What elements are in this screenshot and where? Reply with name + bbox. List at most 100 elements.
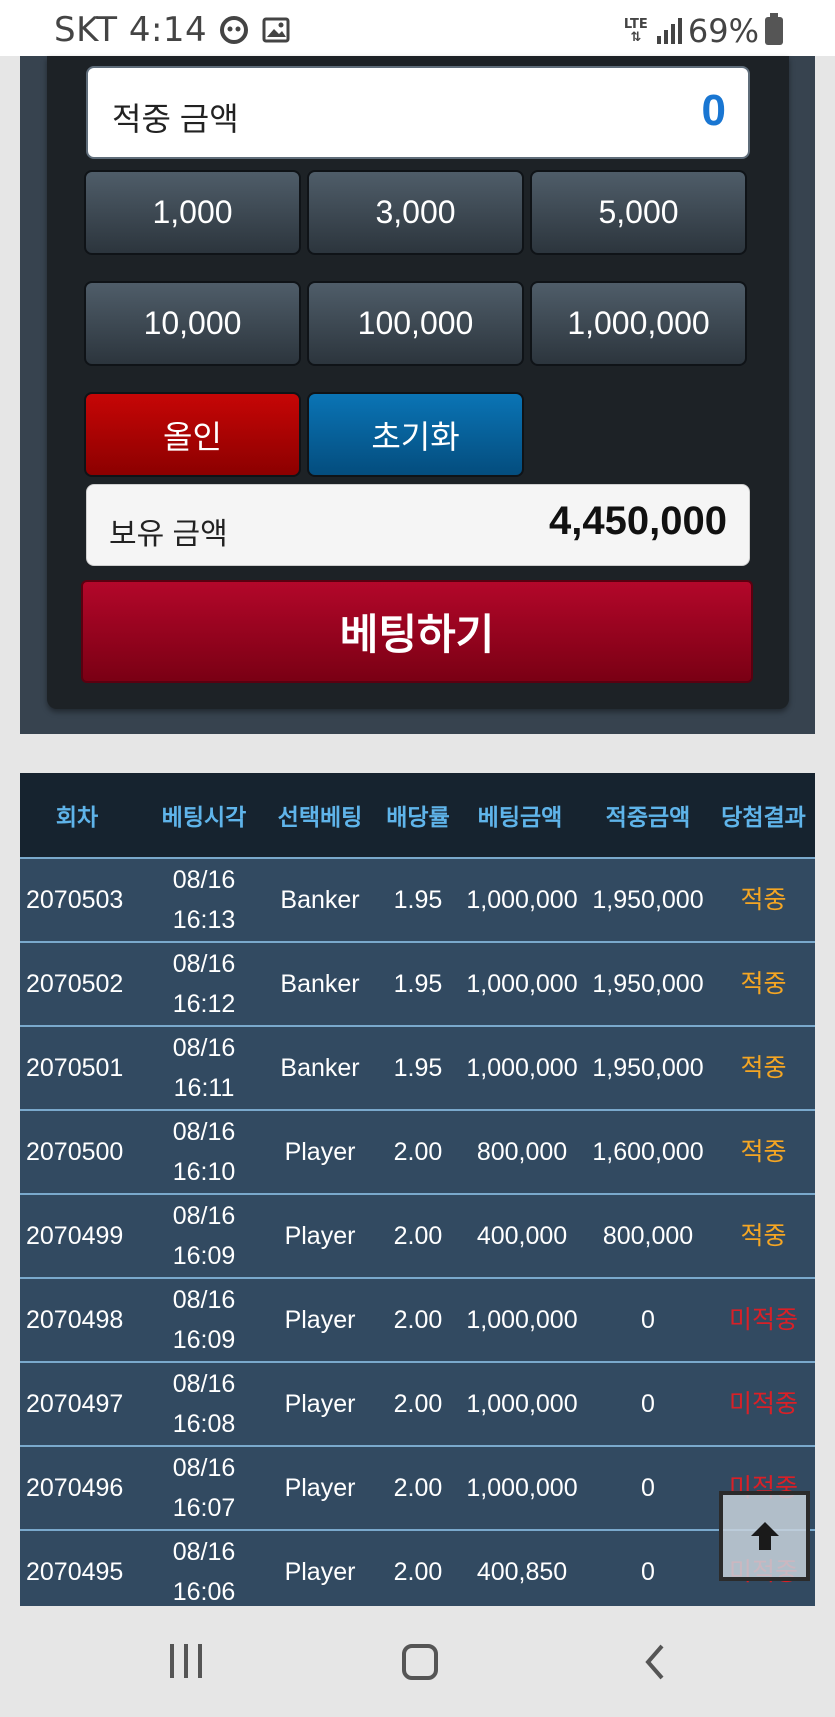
cell-time: 16:06 [172, 1578, 236, 1606]
cell-bet-time: 08/16 16:08 [144, 1363, 264, 1445]
cell-pick: Banker [280, 886, 360, 914]
cell-pick: Banker [280, 970, 360, 998]
cell-bet-amount: 1,000,000 [466, 886, 578, 914]
cell-pick: Player [284, 1390, 356, 1418]
cell-bet-time: 08/16 16:11 [144, 1027, 264, 1109]
arrow-up-icon [750, 1522, 779, 1550]
recent-apps-icon[interactable] [170, 1644, 202, 1678]
cell-date: 08/16 [172, 1538, 236, 1566]
hit-amount-value: 0 [701, 86, 726, 135]
cell-date: 08/16 [172, 866, 236, 894]
cell-date: 08/16 [172, 950, 236, 978]
table-row: 2070502 08/16 16:12 Banker 1.95 1,000,000 1,95… [20, 941, 815, 1025]
cell-time: 16:09 [172, 1242, 236, 1270]
cell-round: 2070495 [26, 1558, 124, 1586]
header-result: 당첨결과 [721, 804, 806, 830]
header-bet-amount: 베팅금액 [477, 804, 563, 830]
holding-amount-box: 보유 금액 4,450,000 [86, 484, 750, 566]
cell-round: 2070498 [26, 1306, 124, 1334]
battery-icon [765, 13, 783, 45]
cell-win-amount: 800,000 [602, 1222, 694, 1250]
cell-result: 미적중 [728, 1306, 798, 1334]
cell-win-amount: 1,950,000 [592, 970, 704, 998]
table-row: 2070498 08/16 16:09 Player 2.00 1,000,000 0 미적중 [20, 1277, 815, 1361]
hit-amount-box: 적중 금액 0 [86, 66, 750, 159]
cell-odds: 2.00 [393, 1474, 443, 1502]
chip-100000-button[interactable]: 100,000 [307, 281, 524, 366]
cell-win-amount: 1,950,000 [592, 886, 704, 914]
cell-bet-amount: 400,850 [476, 1558, 568, 1586]
cell-bet-amount: 1,000,000 [466, 1306, 578, 1334]
cell-result: 미적중 [728, 1390, 798, 1418]
header-pick: 선택베팅 [277, 804, 363, 830]
cell-pick: Player [284, 1222, 356, 1250]
cell-win-amount: 0 [641, 1390, 655, 1418]
carrier-time: SKT 4:14 [54, 10, 208, 50]
table-row: 207049508/1616:06Player2.00400,8500미적중 [20, 1529, 815, 1606]
header-bet-time: 베팅시각 [161, 804, 247, 830]
cell-bet-time: 08/16 16:12 [144, 943, 264, 1025]
table-row: 2070496 08/16 16:07 Player 2.00 1,000,000 0 미적중 [20, 1445, 815, 1529]
signal-icon [656, 18, 682, 44]
cell-bet-time: 08/16 16:10 [144, 1111, 264, 1193]
cell-win-amount: 0 [641, 1558, 655, 1586]
cell-round: 2070501 [26, 1054, 124, 1082]
face-icon [220, 16, 249, 44]
cell-pick: Player [284, 1474, 356, 1502]
cell-odds: 2.00 [393, 1306, 443, 1334]
cell-round: 2070502 [26, 970, 124, 998]
chip-1000-button[interactable]: 1,000 [84, 170, 301, 255]
cell-time: 16:07 [172, 1494, 236, 1522]
cell-bet-time: 08/16 16:06 [144, 1531, 264, 1606]
scroll-top-button[interactable] [719, 1491, 810, 1581]
chip-5000-button[interactable]: 5,000 [530, 170, 747, 255]
cell-result: 적중 [740, 1054, 787, 1082]
cell-result: 적중 [740, 1138, 787, 1166]
holding-amount-label: 보유 금액 [109, 518, 228, 551]
cell-time: 16:08 [172, 1410, 236, 1438]
cell-time: 16:11 [173, 1074, 235, 1102]
table-row: 2070497 08/16 16:08 Player 2.00 1,000,000 0 미적중 [20, 1361, 815, 1445]
cell-result: 적중 [740, 886, 787, 914]
lte-icon: LTE ⇅ [623, 17, 648, 45]
cell-bet-amount: 800,000 [476, 1138, 568, 1166]
cell-bet-time: 08/16 16:13 [144, 859, 264, 941]
cell-win-amount: 1,600,000 [592, 1138, 704, 1166]
cell-bet-time: 08/16 16:09 [144, 1279, 264, 1361]
cell-win-amount: 0 [641, 1306, 655, 1334]
cell-date: 08/16 [172, 1370, 236, 1398]
cell-pick: Player [284, 1138, 356, 1166]
cell-result: 적중 [740, 970, 787, 998]
cell-date: 08/16 [172, 1202, 236, 1230]
allin-button[interactable]: 올인 [84, 392, 301, 477]
cell-date: 08/16 [172, 1118, 236, 1146]
lte-label: LTE [623, 17, 648, 32]
chip-10000-button[interactable]: 10,000 [84, 281, 301, 366]
chip-3000-button[interactable]: 3,000 [307, 170, 524, 255]
cell-date: 08/16 [172, 1286, 236, 1314]
status-right: LTE ⇅ 69% [621, 12, 783, 50]
cell-round: 2070497 [26, 1390, 124, 1418]
cell-bet-time: 08/16 16:07 [144, 1447, 264, 1529]
hit-amount-label: 적중 금액 [112, 101, 239, 137]
cell-time: 16:12 [172, 990, 236, 1018]
status-left: SKT 4:14 [54, 10, 291, 50]
place-bet-button[interactable]: 베팅하기 [81, 580, 753, 683]
reset-button[interactable]: 초기화 [307, 392, 524, 477]
cell-time: 16:13 [172, 906, 236, 934]
header-win-amount: 적중금액 [605, 804, 691, 830]
cell-odds: 2.00 [393, 1222, 443, 1250]
gallery-icon [262, 17, 290, 43]
cell-round: 2070500 [26, 1138, 124, 1166]
table-row: 2070501 08/16 16:11 Banker 1.95 1,000,000 1,95… [20, 1025, 815, 1109]
header-round: 회차 [55, 804, 99, 830]
back-icon[interactable] [640, 1642, 670, 1682]
cell-bet-amount: 400,000 [476, 1222, 568, 1250]
cell-bet-amount: 1,000,000 [466, 1474, 578, 1502]
cell-date: 08/16 [172, 1454, 236, 1482]
home-icon[interactable] [402, 1644, 438, 1680]
chip-1000000-button[interactable]: 1,000,000 [530, 281, 747, 366]
cell-odds: 1.95 [393, 970, 443, 998]
table-row: 2070499 08/16 16:09 Player 2.00 400,000 800,00… [20, 1193, 815, 1277]
cell-time: 16:09 [172, 1326, 236, 1354]
